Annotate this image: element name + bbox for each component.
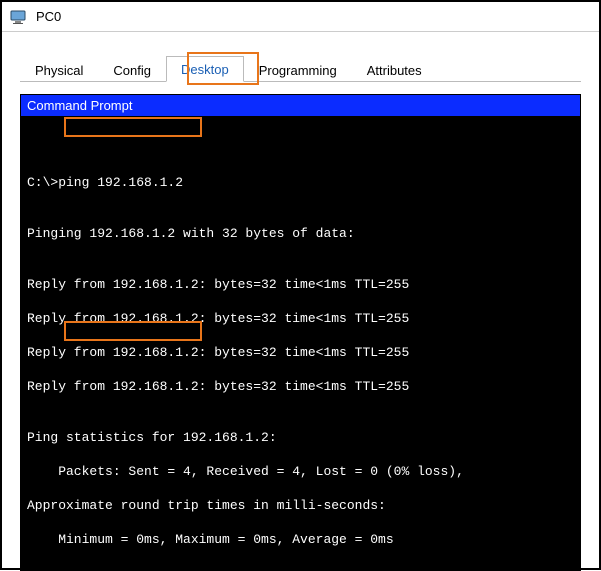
tab-attributes[interactable]: Attributes	[352, 57, 437, 82]
tab-physical[interactable]: Physical	[20, 57, 98, 82]
terminal-line: Reply from 192.168.1.2: bytes=32 time<1m…	[27, 344, 574, 361]
terminal-line: Ping statistics for 192.168.1.2:	[27, 429, 574, 446]
command-prompt-titlebar: Command Prompt	[20, 94, 581, 116]
terminal[interactable]: C:\>ping 192.168.1.2 Pinging 192.168.1.2…	[20, 116, 581, 571]
content-area: Command Prompt C:\>ping 192.168.1.2 Ping…	[2, 82, 599, 571]
terminal-line: Minimum = 0ms, Maximum = 0ms, Average = …	[27, 531, 574, 548]
terminal-line: Reply from 192.168.1.2: bytes=32 time<1m…	[27, 378, 574, 395]
tab-programming[interactable]: Programming	[244, 57, 352, 82]
tab-bar: Physical Config Desktop Programming Attr…	[2, 32, 599, 82]
terminal-line: C:\>ping 192.168.1.2	[27, 174, 574, 191]
window-titlebar: PC0	[2, 2, 599, 32]
terminal-line: Reply from 192.168.1.2: bytes=32 time<1m…	[27, 310, 574, 327]
tab-config[interactable]: Config	[98, 57, 166, 82]
highlight-ping-1	[64, 117, 202, 137]
terminal-line: Reply from 192.168.1.2: bytes=32 time<1m…	[27, 276, 574, 293]
terminal-line: Packets: Sent = 4, Received = 4, Lost = …	[27, 463, 574, 480]
pc-icon	[10, 10, 28, 24]
window-title: PC0	[36, 9, 61, 24]
terminal-line: Pinging 192.168.1.2 with 32 bytes of dat…	[27, 225, 574, 242]
terminal-line: Approximate round trip times in milli-se…	[27, 497, 574, 514]
tab-desktop[interactable]: Desktop	[166, 56, 244, 82]
